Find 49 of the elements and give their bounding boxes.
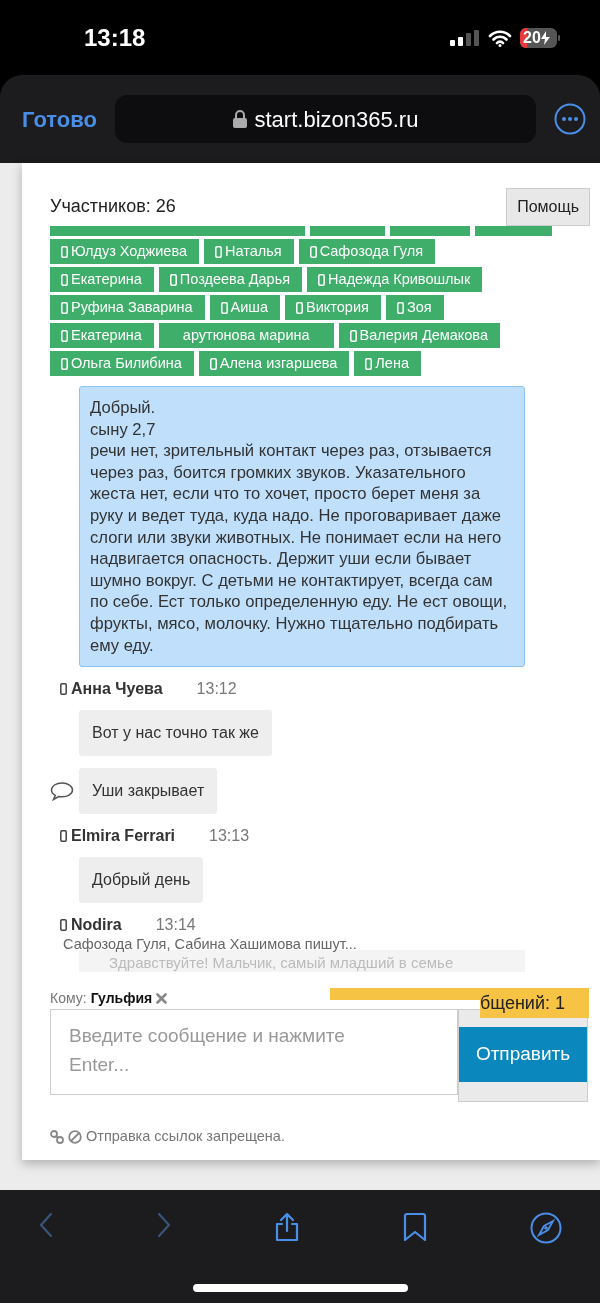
- link-notice: Отправка ссылок запрещена.: [86, 1127, 285, 1147]
- done-button[interactable]: Готово: [22, 102, 97, 136]
- url-text: start.bizon365.ru: [254, 105, 419, 134]
- participant-tag[interactable]: Руфина Заварина: [50, 295, 205, 320]
- participant-tag[interactable]: Зоя: [385, 295, 444, 320]
- message-bubble: Добрый. сыну 2,7 речи нет, зрительный контакт через раз, отзывается через раз, боится громких звуков. Указательного жеста нет, если что то хочет, просто берет меня за руку и ведет туда, куда надо. Не проговаривает даже слоги или звуки животных. Не понимает если на него надвигается опасность. Держит уши если бывает шумно вокруг. С детьми не контактирует, всегда сам по себе. Ест только определенную еду. Не ест овощи, фрукты, мясо, молочку. Нужно тщательно подбирать ему еду.: [79, 386, 525, 668]
- participant-tag[interactable]: Надежда Кривошлык: [307, 267, 483, 292]
- participant-tag[interactable]: Поздеева Дарья: [158, 267, 303, 292]
- send-button[interactable]: Отправить: [459, 1027, 587, 1083]
- participant-tag[interactable]: Алена изгаршева: [198, 351, 350, 376]
- author-name: Nodira: [71, 915, 122, 936]
- share-icon[interactable]: [274, 1212, 300, 1242]
- status-time: 13:18: [84, 22, 146, 53]
- recipient-name: Гульфия: [90, 989, 153, 1009]
- participant-tag[interactable]: Лена: [354, 351, 421, 376]
- bookmark-icon[interactable]: [402, 1212, 428, 1242]
- participant-tag[interactable]: Валерия Демакова: [338, 323, 500, 348]
- recipient-label: Кому:: [50, 989, 87, 1009]
- message-time: 13:14: [155, 915, 196, 936]
- message-bubble: Добрый день: [79, 857, 204, 904]
- help-button[interactable]: Помощь: [506, 188, 590, 226]
- message-bubble: Вот у нас точно так же: [79, 710, 272, 757]
- more-icon[interactable]: [554, 103, 586, 135]
- participant-tag[interactable]: Юлдуз Ходжиева: [50, 239, 200, 264]
- participant-tag[interactable]: Сафозода Гуля: [298, 239, 436, 264]
- forward-icon[interactable]: [156, 1212, 172, 1238]
- message-bubble: Уши закрывает: [79, 768, 218, 815]
- signal-icon: [450, 29, 480, 46]
- message-time: 13:12: [196, 679, 237, 700]
- back-icon[interactable]: [38, 1212, 54, 1238]
- participant-tag[interactable]: Екатерина: [50, 323, 154, 348]
- ban-icon: [68, 1130, 82, 1144]
- compass-icon[interactable]: [530, 1212, 562, 1244]
- wifi-icon: [488, 28, 512, 47]
- participant-tag[interactable]: Виктория: [285, 295, 381, 320]
- address-bar[interactable]: start.bizon365.ru: [114, 95, 536, 143]
- participant-tag[interactable]: Наталья: [204, 239, 294, 264]
- author-name: Анна Чуева: [71, 679, 163, 700]
- participants-count: Участников: 26: [50, 195, 176, 218]
- participant-tag[interactable]: Аиша: [209, 295, 281, 320]
- new-messages-notice[interactable]: бщений: 1: [480, 988, 589, 1019]
- remove-icon[interactable]: [156, 993, 168, 1005]
- participant-tag[interactable]: арутюнова марина: [158, 323, 334, 348]
- message-time: 13:13: [209, 826, 250, 847]
- message-input[interactable]: Введите сообщение и нажмите Enter...: [50, 1009, 458, 1096]
- author-name: Elmira Ferrari: [71, 826, 176, 847]
- participant-tag[interactable]: Екатерина: [50, 267, 154, 292]
- link-icon: [50, 1130, 64, 1144]
- participant-tag[interactable]: Ольга Билибина: [50, 351, 194, 376]
